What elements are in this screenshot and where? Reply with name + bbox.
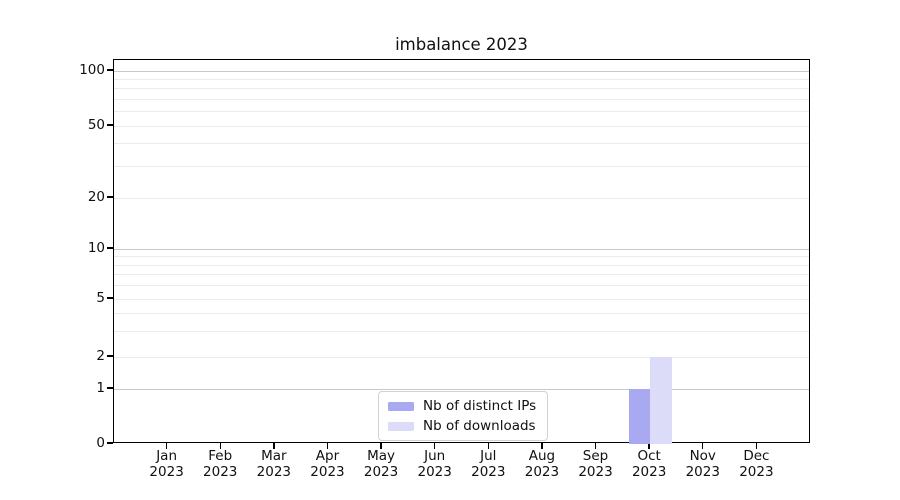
legend-label: Nb of downloads [423,418,536,434]
legend-swatch [388,401,414,411]
gridline-minor [114,356,809,358]
y-tick-label: 100 [79,62,105,78]
y-tick-mark [107,297,113,299]
y-tick-mark [107,124,113,126]
bar-oct-downloads [650,357,672,444]
y-tick-label: 1 [96,380,105,396]
y-tick-label: 2 [96,348,105,364]
y-tick-mark [107,196,113,198]
gridline-minor [114,197,809,199]
y-tick-label: 0 [96,435,105,451]
x-tick-year: 2023 [739,464,774,480]
legend-swatch [388,421,414,431]
chart-figure: imbalance 2023 Nb of distinct IPs Nb of d… [0,0,900,500]
gridline-major [114,388,809,390]
gridline-minor [114,264,809,266]
x-tick-label: Dec 2023 [716,448,796,480]
gridline-minor [114,298,809,300]
x-tick-month: Dec [743,448,770,464]
legend-item: Nb of downloads [388,418,536,434]
y-tick-mark [107,442,113,444]
y-tick-label: 50 [87,117,105,133]
y-tick-label: 20 [87,189,105,205]
legend-item: Nb of distinct IPs [388,398,536,414]
gridline-minor [114,256,809,258]
gridline-major [114,70,809,72]
plot-area [113,59,810,444]
gridline-minor [114,143,809,145]
bar-oct-distinct-ips [628,389,651,444]
gridline-minor [114,330,809,332]
y-tick-label: 5 [96,290,105,306]
gridline-minor [114,274,809,276]
gridline-minor [114,78,809,80]
y-tick-label: 10 [87,240,105,256]
chart-title: imbalance 2023 [395,35,528,54]
gridline-major [114,248,809,250]
gridline-minor [114,125,809,127]
gridline-minor [114,312,809,314]
y-tick-mark [107,69,113,71]
y-tick-mark [107,355,113,357]
gridline-minor [114,165,809,167]
y-tick-mark [107,247,113,249]
gridline-minor [114,88,809,90]
gridline-minor [114,285,809,287]
y-tick-mark [107,387,113,389]
legend-label: Nb of distinct IPs [423,398,537,414]
gridline-minor [114,98,809,100]
gridline-minor [114,111,809,113]
legend: Nb of distinct IPs Nb of downloads [378,391,549,441]
